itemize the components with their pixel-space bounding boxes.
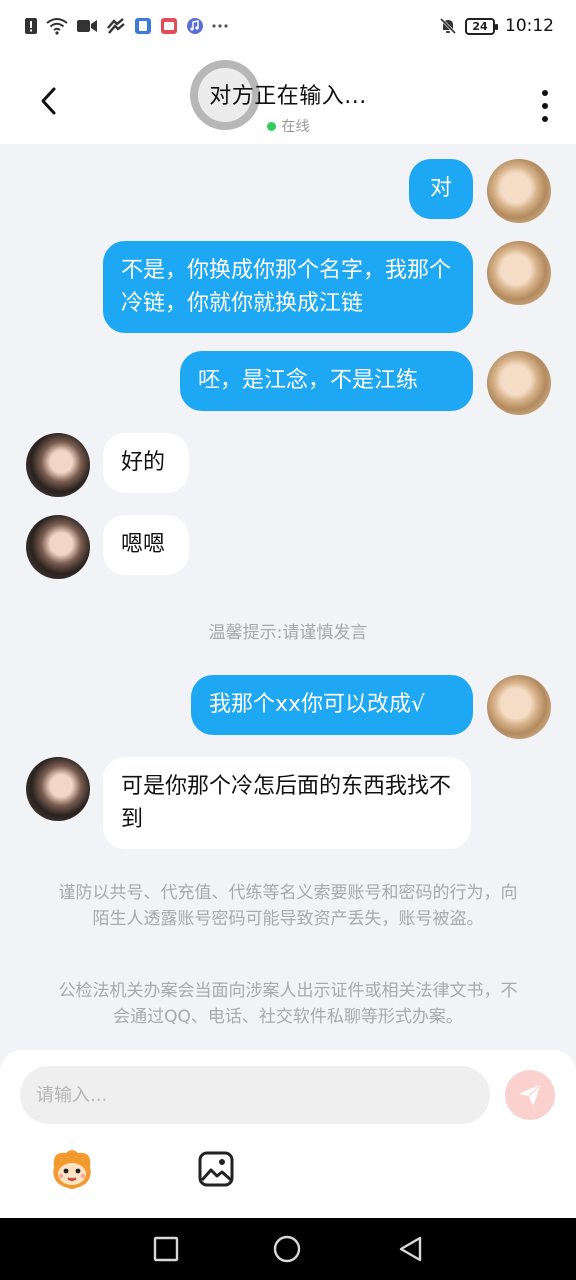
avatar-self[interactable] bbox=[487, 675, 551, 739]
message-outgoing: 不是，你换成你那个名字，我那个冷链，你就你就换成江链 bbox=[103, 241, 473, 333]
message-input[interactable] bbox=[20, 1066, 490, 1124]
message-composer bbox=[0, 1050, 576, 1218]
chat-header: 对方正在输入... 在线 bbox=[0, 52, 576, 144]
message-incoming: 好的 bbox=[103, 433, 189, 493]
back-nav-button[interactable] bbox=[396, 1234, 426, 1264]
status-right-icons: 24 10:12 bbox=[439, 16, 554, 36]
chat-area[interactable]: 对 不是，你换成你那个名字，我那个冷链，你就你就换成江链 呸，是江念，不是江练 … bbox=[0, 144, 576, 1027]
mascot-face-icon bbox=[53, 1150, 91, 1189]
message-incoming: 可是你那个冷怎后面的东西我找不到 bbox=[103, 757, 471, 849]
square-icon bbox=[153, 1236, 179, 1262]
online-status-text: 在线 bbox=[281, 119, 310, 135]
wifi-icon bbox=[46, 17, 68, 35]
message-bubble[interactable]: 嗯嗯 bbox=[103, 515, 189, 575]
message-bubble[interactable]: 好的 bbox=[103, 433, 189, 493]
message-outgoing: 我那个xx你可以改成√ bbox=[191, 675, 473, 735]
app-icon-blue bbox=[134, 17, 152, 35]
avatar-peer[interactable] bbox=[26, 515, 90, 579]
message-bubble[interactable]: 可是你那个冷怎后面的东西我找不到 bbox=[103, 757, 471, 849]
avatar-self[interactable] bbox=[487, 159, 551, 223]
message-bubble[interactable]: 对 bbox=[409, 159, 473, 219]
recents-button[interactable] bbox=[151, 1234, 181, 1264]
chat-title: 对方正在输入... bbox=[209, 84, 367, 109]
app-icon-red bbox=[160, 17, 178, 35]
message-incoming: 嗯嗯 bbox=[103, 515, 189, 575]
more-vertical-icon-dot bbox=[542, 116, 548, 122]
more-vertical-icon-dot bbox=[542, 103, 548, 109]
battery-icon: 24 bbox=[465, 17, 498, 35]
send-button[interactable] bbox=[505, 1070, 555, 1120]
triangle-back-icon bbox=[399, 1236, 422, 1262]
avatar-peer[interactable] bbox=[26, 757, 90, 821]
mute-bell-icon bbox=[439, 17, 457, 35]
online-dot-icon bbox=[266, 121, 276, 131]
video-icon bbox=[76, 18, 98, 34]
image-icon bbox=[198, 1151, 234, 1187]
system-notice: 温馨提示:请谨慎发言 bbox=[208, 623, 368, 643]
message-bubble[interactable]: 我那个xx你可以改成√ bbox=[191, 675, 473, 735]
more-vertical-icon-dot bbox=[542, 90, 548, 96]
avatar-self[interactable] bbox=[487, 351, 551, 415]
system-nav-bar bbox=[0, 1218, 576, 1280]
circle-icon bbox=[273, 1235, 301, 1263]
link-icon bbox=[106, 18, 126, 34]
image-picker-button[interactable] bbox=[197, 1150, 235, 1188]
emoji-sticker-button[interactable] bbox=[48, 1145, 96, 1193]
alert-icon bbox=[24, 17, 38, 35]
status-time: 10:12 bbox=[505, 16, 554, 36]
message-outgoing: 对 bbox=[409, 159, 473, 219]
header-title-block: 对方正在输入... 在线 bbox=[0, 78, 576, 136]
music-icon bbox=[186, 17, 204, 35]
status-left-icons bbox=[24, 17, 228, 35]
status-bar: 24 10:12 bbox=[0, 0, 576, 52]
avatar-peer[interactable] bbox=[26, 433, 90, 497]
send-icon bbox=[519, 1083, 542, 1106]
message-bubble[interactable]: 呸，是江念，不是江练 bbox=[180, 351, 473, 411]
message-bubble[interactable]: 不是，你换成你那个名字，我那个冷链，你就你就换成江链 bbox=[103, 241, 473, 333]
home-button[interactable] bbox=[272, 1234, 302, 1264]
avatar-self[interactable] bbox=[487, 241, 551, 305]
online-status: 在线 bbox=[0, 116, 576, 136]
more-options-button[interactable] bbox=[540, 90, 550, 122]
safety-warning: 谨防以共号、代充值、代练等名义索要账号和密码的行为，向陌生人透露账号密码可能导致… bbox=[58, 883, 518, 929]
message-outgoing: 呸，是江念，不是江练 bbox=[180, 351, 473, 411]
safety-warning: 公检法机关办案会当面向涉案人出示证件或相关法律文书，不会通过QQ、电话、社交软件… bbox=[58, 981, 518, 1027]
more-dots-icon bbox=[212, 23, 228, 29]
